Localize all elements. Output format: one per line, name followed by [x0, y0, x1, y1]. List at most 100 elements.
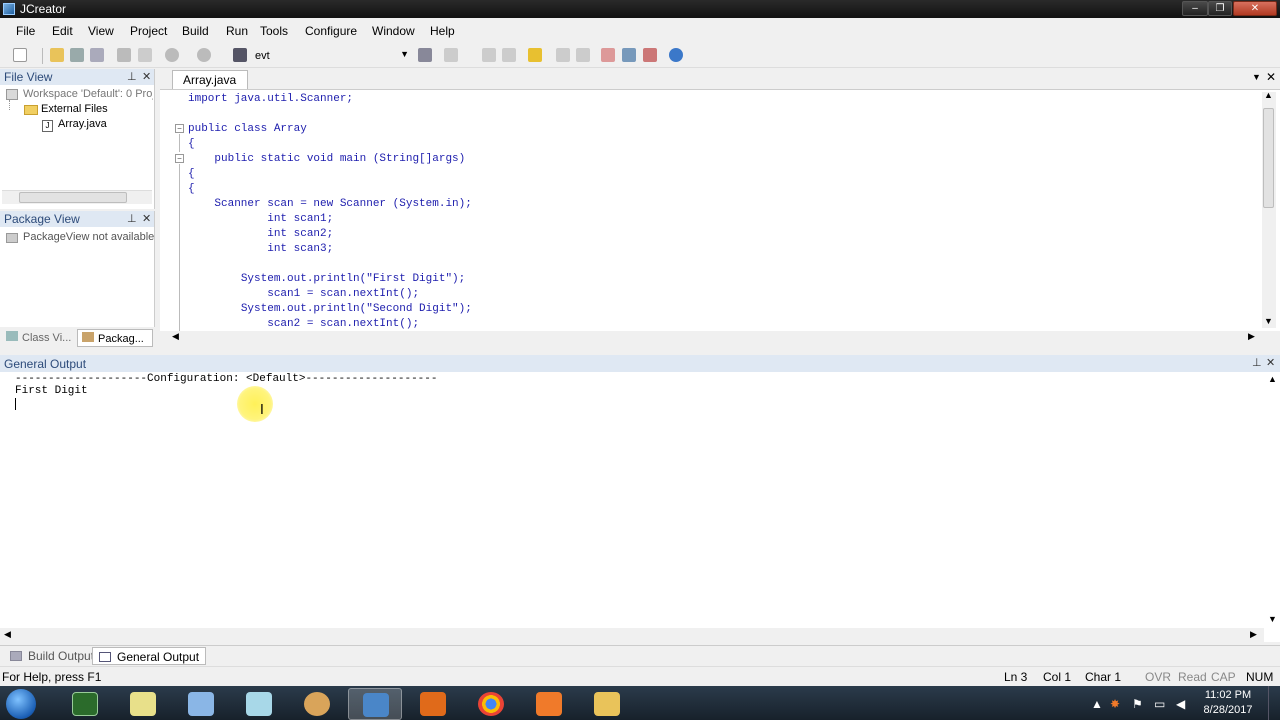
- scroll-right-icon[interactable]: ▶: [1248, 331, 1255, 342]
- scroll-right-icon[interactable]: ▶: [1250, 629, 1257, 640]
- editor-horizontal-scrollbar[interactable]: ◀ ▶: [160, 331, 1280, 345]
- tab-general-output[interactable]: General Output: [92, 647, 207, 665]
- menu-build[interactable]: Build: [182, 24, 209, 38]
- open-folder-icon[interactable]: [50, 48, 64, 62]
- external-files-node[interactable]: External Files: [41, 103, 108, 115]
- scroll-left-icon[interactable]: ◀: [172, 331, 179, 342]
- lightning-icon[interactable]: [528, 48, 542, 62]
- undo-icon[interactable]: [165, 48, 179, 62]
- menu-tools[interactable]: Tools: [260, 24, 288, 38]
- build-icon[interactable]: [502, 48, 516, 62]
- taskbar-app[interactable]: [174, 688, 228, 720]
- fold-marker[interactable]: −: [175, 154, 184, 163]
- run-icon[interactable]: [444, 48, 458, 62]
- tab-list-chevron-icon[interactable]: ▼: [1252, 72, 1261, 82]
- find-icon[interactable]: [233, 48, 247, 62]
- workspace-node[interactable]: Workspace 'Default': 0 Projects: [23, 88, 153, 100]
- menu-window[interactable]: Window: [372, 24, 415, 38]
- code-text: public static void main (String[]args): [214, 153, 466, 165]
- compile-icon[interactable]: [482, 48, 496, 62]
- taskbar-app[interactable]: [116, 688, 170, 720]
- menu-project[interactable]: Project: [130, 24, 167, 38]
- tab-package-view-label: Packag...: [98, 333, 144, 345]
- code-editor[interactable]: − − import java.util.Scanner; public cla…: [160, 89, 1280, 331]
- clock-time[interactable]: 11:02 PM: [1193, 689, 1263, 701]
- chevron-down-icon[interactable]: ▼: [400, 49, 409, 59]
- menu-run[interactable]: Run: [226, 24, 248, 38]
- close-button[interactable]: ✕: [1233, 1, 1277, 16]
- start-button[interactable]: [6, 689, 36, 719]
- help-icon[interactable]: [669, 48, 683, 62]
- close-icon[interactable]: ✕: [142, 70, 151, 83]
- menu-edit[interactable]: Edit: [52, 24, 73, 38]
- tab-class-view[interactable]: Class Vi...: [2, 329, 74, 347]
- taskbar-app[interactable]: [232, 688, 286, 720]
- show-desktop-button[interactable]: [1268, 686, 1280, 720]
- code-line: Scanner scan = new Scanner (System.in);: [188, 197, 471, 212]
- pin-icon[interactable]: ⊥: [127, 70, 137, 83]
- output-console[interactable]: --------------------Configuration: <Defa…: [0, 372, 1280, 642]
- save-all-icon[interactable]: [90, 48, 104, 62]
- taskbar-app[interactable]: [580, 688, 634, 720]
- array-java-node[interactable]: Array.java: [58, 118, 107, 130]
- close-editor-icon[interactable]: ✕: [1266, 70, 1276, 84]
- mouse-cursor-highlight: [237, 386, 273, 422]
- taskbar-app[interactable]: [290, 688, 344, 720]
- copy-icon[interactable]: [117, 48, 131, 62]
- scroll-up-icon[interactable]: ▲: [1264, 90, 1273, 100]
- code-line: scan2 = scan.nextInt();: [188, 317, 419, 331]
- save-icon[interactable]: [70, 48, 84, 62]
- close-icon[interactable]: ✕: [1266, 356, 1275, 369]
- paste-icon[interactable]: [138, 48, 152, 62]
- window-layout-icon[interactable]: [601, 48, 615, 62]
- back-icon[interactable]: [556, 48, 570, 62]
- find-in-files-icon[interactable]: [418, 48, 432, 62]
- taskbar-app[interactable]: [406, 688, 460, 720]
- menu-help[interactable]: Help: [430, 24, 455, 38]
- forward-icon[interactable]: [576, 48, 590, 62]
- pin-icon[interactable]: ⊥: [1252, 356, 1262, 369]
- window-close-all-icon[interactable]: [643, 48, 657, 62]
- status-line: Ln 3: [1004, 670, 1028, 684]
- scroll-down-icon[interactable]: ▼: [1264, 316, 1273, 326]
- tab-package-view[interactable]: Packag...: [77, 329, 153, 347]
- taskbar-app[interactable]: [464, 688, 518, 720]
- close-icon[interactable]: ✕: [142, 212, 151, 225]
- tab-build-output[interactable]: Build Output: [4, 647, 100, 665]
- taskbar-app-jcreator[interactable]: [348, 688, 402, 720]
- tab-build-output-label: Build Output: [28, 649, 95, 663]
- redo-icon[interactable]: [197, 48, 211, 62]
- menu-view[interactable]: View: [88, 24, 114, 38]
- taskbar-app[interactable]: [58, 688, 112, 720]
- tray-flag-icon[interactable]: ⚑: [1132, 697, 1143, 711]
- new-file-icon[interactable]: [13, 48, 27, 62]
- tray-volume-icon[interactable]: ◀: [1176, 697, 1185, 711]
- scroll-left-icon[interactable]: ◀: [4, 629, 11, 640]
- code-line: {: [188, 137, 195, 152]
- scroll-thumb[interactable]: [19, 192, 127, 203]
- editor-vertical-scrollbar[interactable]: ▲ ▼: [1262, 90, 1276, 328]
- fold-marker[interactable]: −: [175, 124, 184, 133]
- scroll-down-icon[interactable]: ▼: [1268, 614, 1277, 624]
- window-cascade-icon[interactable]: [622, 48, 636, 62]
- scroll-up-icon[interactable]: ▲: [1268, 374, 1277, 384]
- tab-array-java[interactable]: Array.java: [172, 70, 248, 89]
- tray-app-icon[interactable]: ✸: [1110, 697, 1120, 711]
- menu-file[interactable]: File: [16, 24, 35, 38]
- menu-configure[interactable]: Configure: [305, 24, 357, 38]
- tray-expand-icon[interactable]: ▲: [1091, 697, 1103, 711]
- taskbar-app[interactable]: [522, 688, 576, 720]
- find-combo[interactable]: evt ▼: [254, 47, 412, 65]
- code-line: scan1 = scan.nextInt();: [188, 287, 419, 302]
- maximize-button[interactable]: ❐: [1208, 1, 1232, 16]
- pin-icon[interactable]: ⊥: [127, 212, 137, 225]
- clock-date[interactable]: 8/28/2017: [1193, 704, 1263, 716]
- minimize-button[interactable]: ‒: [1182, 1, 1208, 16]
- output-title: General Output: [4, 357, 87, 371]
- paint-icon: [304, 692, 330, 716]
- file-view-hscroll[interactable]: [2, 190, 152, 204]
- output-horizontal-scrollbar[interactable]: ◀ ▶: [0, 628, 1264, 642]
- scroll-thumb[interactable]: [1263, 108, 1274, 208]
- tray-network-icon[interactable]: ▭: [1154, 697, 1165, 711]
